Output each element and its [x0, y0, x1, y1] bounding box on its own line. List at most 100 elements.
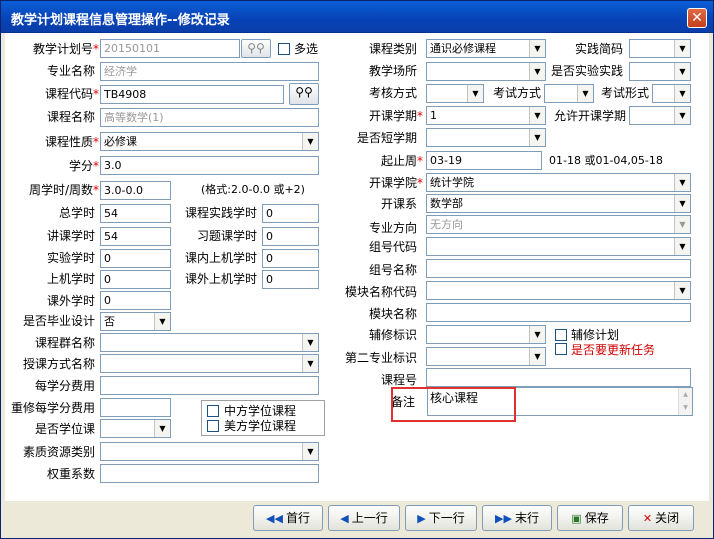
weight-coefficient-label: 权重系数 [46, 467, 95, 481]
chevron-down-icon: ▼ [674, 238, 690, 255]
course-name-field[interactable]: 高等数学(1) [100, 108, 319, 127]
remark-scrollbar[interactable]: ▲ ▼ [678, 388, 692, 415]
college-label: 开课学院* [368, 176, 423, 190]
right-arrow-icon: ▶ [417, 512, 426, 525]
exam-form-select[interactable]: ▼ [652, 84, 691, 103]
course-group-select[interactable]: ▼ [100, 333, 319, 352]
credit-field[interactable]: 3.0 [100, 156, 319, 175]
department-select[interactable]: 数学部 ▼ [426, 194, 691, 213]
credit-label: 学分* [68, 159, 99, 173]
chevron-down-icon: ▼ [529, 129, 545, 146]
exam-method-select[interactable]: ▼ [544, 84, 594, 103]
course-category-select[interactable]: 通识必修课程 ▼ [426, 39, 546, 58]
major-name-label: 专业名称 [46, 64, 95, 78]
week-range-field[interactable]: 03-19 [426, 151, 542, 170]
teaching-place-select[interactable]: ▼ [426, 62, 546, 81]
short-term-select[interactable]: ▼ [426, 128, 546, 147]
credit-fee-field[interactable] [100, 376, 319, 395]
major-direction-select[interactable]: 无方向 ▼ [426, 215, 691, 234]
next-row-button[interactable]: ▶ 下一行 [405, 505, 477, 531]
retake-credit-fee-field[interactable] [100, 398, 171, 417]
lab-practice-select[interactable]: ▼ [629, 62, 691, 81]
chinese-degree-checkbox[interactable] [207, 405, 219, 417]
close-window-button[interactable]: ✕ [687, 8, 707, 28]
major-direction-label: 专业方向 [368, 221, 417, 235]
term-select[interactable]: 1 ▼ [426, 106, 546, 125]
plan-number-label: 教学计划号* [32, 42, 99, 56]
course-number-field[interactable] [426, 368, 691, 387]
left-arrow-icon: ◀ [340, 512, 349, 525]
minor-plan-checkbox[interactable] [555, 329, 567, 341]
american-degree-label: 美方学位课程 [224, 419, 297, 433]
total-hours-field[interactable]: 54 [100, 204, 171, 223]
weekly-hours-hint: (格式:2.0-0.0 或+2) [201, 183, 305, 196]
lecture-hours-field[interactable]: 54 [100, 227, 171, 246]
in-class-computer-hours-field[interactable]: 0 [262, 249, 319, 268]
teaching-place-label: 教学场所 [368, 64, 417, 78]
second-major-select[interactable]: ▼ [426, 347, 546, 366]
graduation-design-select[interactable]: 否 ▼ [100, 312, 171, 331]
module-code-label: 模块名称代码 [344, 285, 417, 299]
binoculars-icon: ⚲⚲ [247, 41, 265, 55]
module-code-select[interactable]: ▼ [426, 281, 691, 300]
multi-select-checkbox[interactable] [278, 43, 290, 55]
last-row-button[interactable]: ▶▶ 末行 [482, 505, 552, 531]
assessment-method-select[interactable]: ▼ [426, 84, 484, 103]
double-right-arrow-icon: ▶▶ [495, 512, 512, 525]
computer-hours-field[interactable]: 0 [100, 270, 171, 289]
major-name-field[interactable]: 经济学 [100, 62, 319, 81]
lab-hours-field[interactable]: 0 [100, 249, 171, 268]
course-code-field[interactable]: TB4908 [100, 85, 284, 104]
form-body: 教学计划号* 20150101 ⚲⚲ 多选 专业名称 经济学 课程代码* TB4… [5, 33, 709, 501]
save-button[interactable]: ▣ 保存 [557, 505, 623, 531]
weekly-hours-label: 周学时/周数* [28, 183, 99, 197]
group-code-select[interactable]: ▼ [426, 237, 691, 256]
close-button[interactable]: ✕ 关闭 [628, 505, 694, 531]
exercise-hours-field[interactable]: 0 [262, 227, 319, 246]
quality-resource-label: 素质资源类别 [22, 445, 95, 459]
practice-hours-field[interactable]: 0 [262, 204, 319, 223]
weekly-hours-field[interactable]: 3.0-0.0 [100, 181, 171, 200]
degree-course-select[interactable]: ▼ [100, 419, 171, 438]
chevron-down-icon: ▼ [302, 133, 318, 150]
extracurricular-hours-field[interactable]: 0 [100, 291, 171, 310]
quality-resource-select[interactable]: ▼ [100, 442, 319, 461]
weight-coefficient-field[interactable] [100, 464, 319, 483]
previous-row-button[interactable]: ◀ 上一行 [328, 505, 400, 531]
graduation-design-label: 是否毕业设计 [22, 314, 95, 328]
teaching-mode-select[interactable]: ▼ [100, 354, 319, 373]
total-hours-label: 总学时 [58, 206, 95, 220]
minor-flag-select[interactable]: ▼ [426, 325, 546, 344]
module-name-field[interactable] [426, 303, 691, 322]
course-search-button[interactable]: ⚲⚲ [289, 83, 319, 105]
group-name-label: 组号名称 [368, 263, 417, 277]
assessment-method-label: 考核方式 [368, 86, 417, 100]
credit-fee-label: 每学分费用 [34, 379, 95, 393]
update-task-checkbox[interactable] [555, 343, 567, 355]
short-term-label: 是否短学期 [356, 131, 417, 145]
practice-hours-label: 课程实践学时 [184, 206, 257, 220]
practice-code-select[interactable]: ▼ [629, 39, 691, 58]
allowed-term-select[interactable]: ▼ [629, 106, 691, 125]
chevron-down-icon: ▼ [674, 63, 690, 80]
first-row-button[interactable]: ◀◀ 首行 [253, 505, 323, 531]
computer-hours-label: 上机学时 [46, 272, 95, 286]
extra-computer-hours-label: 课外上机学时 [184, 272, 257, 286]
chevron-down-icon: ▼ [467, 85, 483, 102]
chevron-down-icon: ▼ [302, 443, 318, 460]
college-select[interactable]: 统计学院 ▼ [426, 173, 691, 192]
plan-search-button[interactable]: ⚲⚲ [241, 39, 271, 58]
course-category-label: 课程类别 [368, 42, 417, 56]
group-name-field[interactable] [426, 259, 691, 278]
week-range-label: 起止周* [380, 154, 423, 168]
degree-course-label: 是否学位课 [34, 422, 95, 436]
american-degree-checkbox[interactable] [207, 420, 219, 432]
extra-computer-hours-field[interactable]: 0 [262, 270, 319, 289]
plan-number-field[interactable]: 20150101 [100, 39, 240, 58]
course-nature-select[interactable]: 必修课 ▼ [100, 132, 319, 151]
chevron-down-icon: ▼ [529, 326, 545, 343]
close-icon: ✕ [642, 512, 653, 525]
remark-highlight-box [391, 387, 516, 422]
save-icon: ▣ [571, 512, 582, 525]
chevron-down-icon: ▼ [302, 334, 318, 351]
